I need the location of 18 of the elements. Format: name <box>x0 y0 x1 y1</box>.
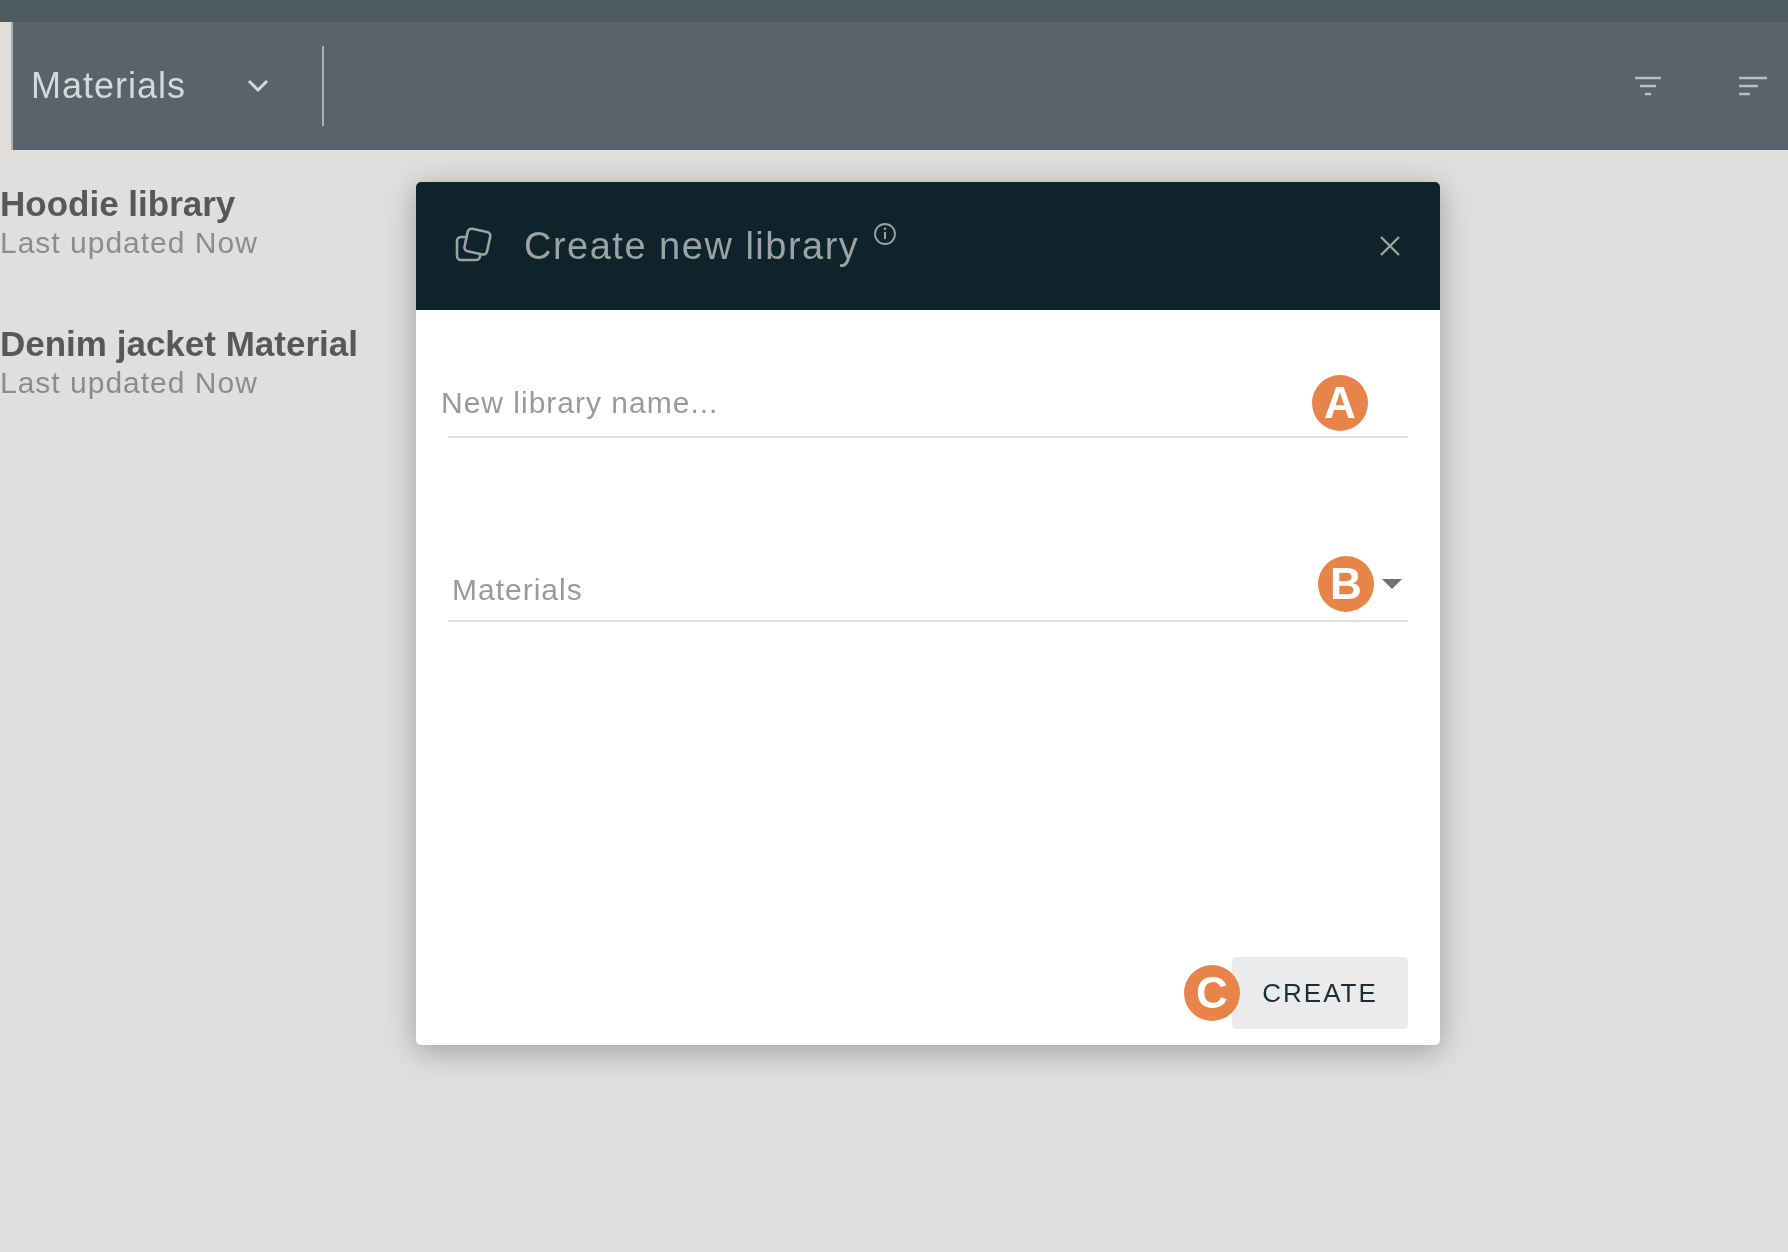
dialog-title: Create new library <box>524 224 860 268</box>
annotation-badge: C <box>1184 965 1240 1021</box>
annotation-badge: A <box>1312 375 1368 431</box>
last-updated-text: Last updated Now <box>0 225 258 261</box>
library-name[interactable]: Denim jacket Material <box>0 324 358 364</box>
category-dropdown[interactable]: Materials <box>13 65 271 107</box>
annotation-badge: B <box>1318 556 1374 612</box>
library-type-select[interactable]: Materials B <box>448 548 1408 622</box>
library-name-field[interactable]: New library name... <box>439 385 1312 421</box>
info-icon <box>873 222 898 246</box>
library-name[interactable]: Hoodie library <box>0 184 236 224</box>
close-icon[interactable] <box>1378 234 1402 258</box>
last-updated-text: Last updated Now <box>0 365 258 401</box>
chevron-down-icon <box>246 78 271 94</box>
sort-icon[interactable] <box>1738 76 1768 96</box>
create-button[interactable]: CREATE <box>1232 957 1408 1029</box>
caret-down-icon <box>1382 579 1402 589</box>
filter-icon[interactable] <box>1634 76 1662 96</box>
